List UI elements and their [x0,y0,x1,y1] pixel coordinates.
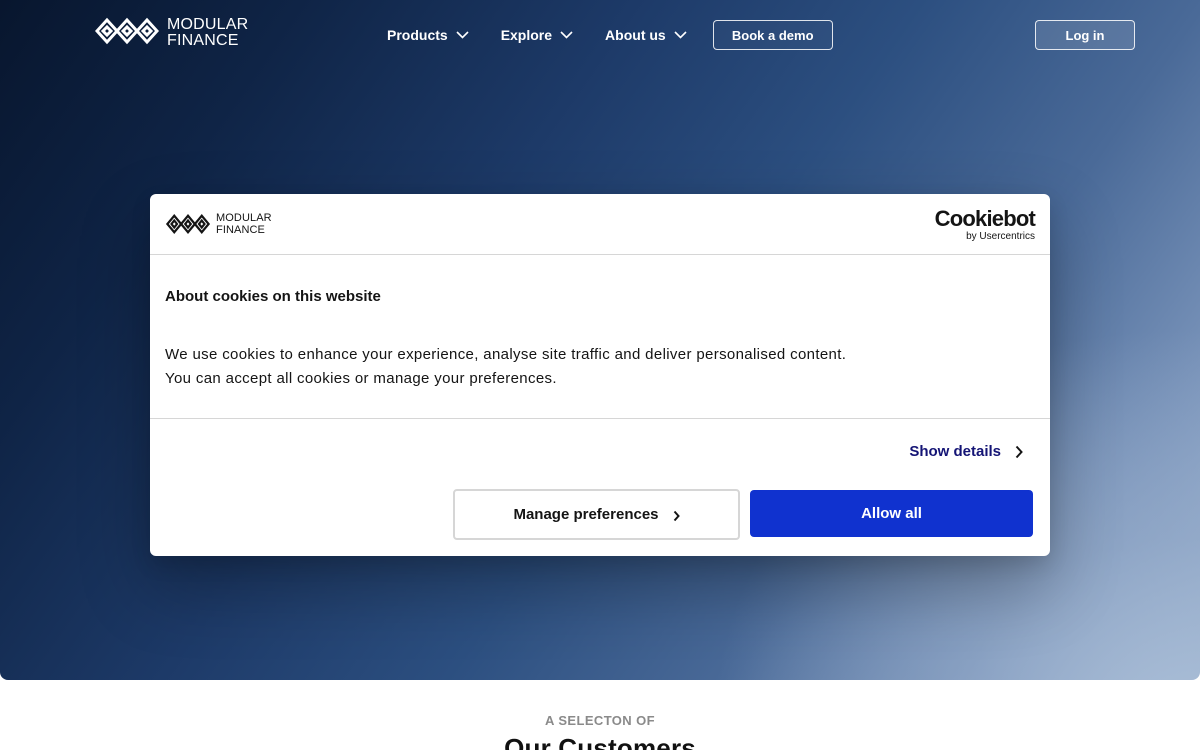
nav-about-us-label: About us [605,27,666,43]
dialog-footer: Show details Manage preferences Allow al… [150,419,1050,555]
dialog-description-line-2: You can accept all cookies or manage you… [165,370,557,387]
chevron-down-icon [674,31,687,39]
dialog-brand-logo: MODULAR FINANCE [165,212,272,236]
book-demo-button[interactable]: Book a demo [712,20,833,50]
dialog-title: About cookies on this website [165,288,381,305]
login-button[interactable]: Log in [1035,20,1135,50]
chevron-right-icon [673,510,680,522]
chevron-right-icon [1015,445,1023,459]
cookiebot-logo[interactable]: Cookiebot by Usercentrics [934,206,1036,243]
logo-line-1: MODULAR [167,16,249,33]
nav-explore[interactable]: Explore [501,27,573,43]
customers-eyebrow: A SELECTON OF [545,713,655,728]
show-details-link[interactable]: Show details [909,443,1023,460]
show-details-label: Show details [909,443,1001,460]
cookie-consent-dialog: MODULAR FINANCE Cookiebot by Usercentric… [150,194,1050,556]
customers-title: Our Customers [504,733,696,750]
diamond-chain-logo-icon [95,17,159,45]
nav-explore-label: Explore [500,27,553,43]
site-logo[interactable]: MODULAR FINANCE [95,17,248,49]
diamond-chain-logo-icon [165,214,211,234]
nav-products[interactable]: Products [387,27,469,43]
cookiebot-wordmark: Cookiebot [934,206,1036,231]
chevron-down-icon [560,31,573,39]
nav-about-us[interactable]: About us [605,27,687,43]
nav-products-label: Products [387,27,448,43]
allow-all-button[interactable]: Allow all [750,490,1033,537]
dialog-description-line-1: We use cookies to enhance your experienc… [165,346,847,363]
cookiebot-byline: by Usercentrics [966,231,1035,242]
manage-preferences-button[interactable]: Manage preferences [453,489,740,540]
dialog-body: About cookies on this website We use coo… [150,255,1050,419]
dialog-brand-wordmark: MODULAR FINANCE [216,212,272,236]
dialog-brand-line-1: MODULAR [216,212,272,224]
dialog-header: MODULAR FINANCE Cookiebot by Usercentric… [150,194,1050,255]
logo-wordmark: MODULAR FINANCE [167,17,248,49]
logo-line-2: FINANCE [167,32,239,49]
main-nav: Products Explore About us Book a demo [387,20,833,50]
chevron-down-icon [456,31,469,39]
dialog-brand-line-2: FINANCE [216,224,265,236]
manage-preferences-label: Manage preferences [513,506,659,523]
dialog-description: We use cookies to enhance your experienc… [165,343,1035,391]
